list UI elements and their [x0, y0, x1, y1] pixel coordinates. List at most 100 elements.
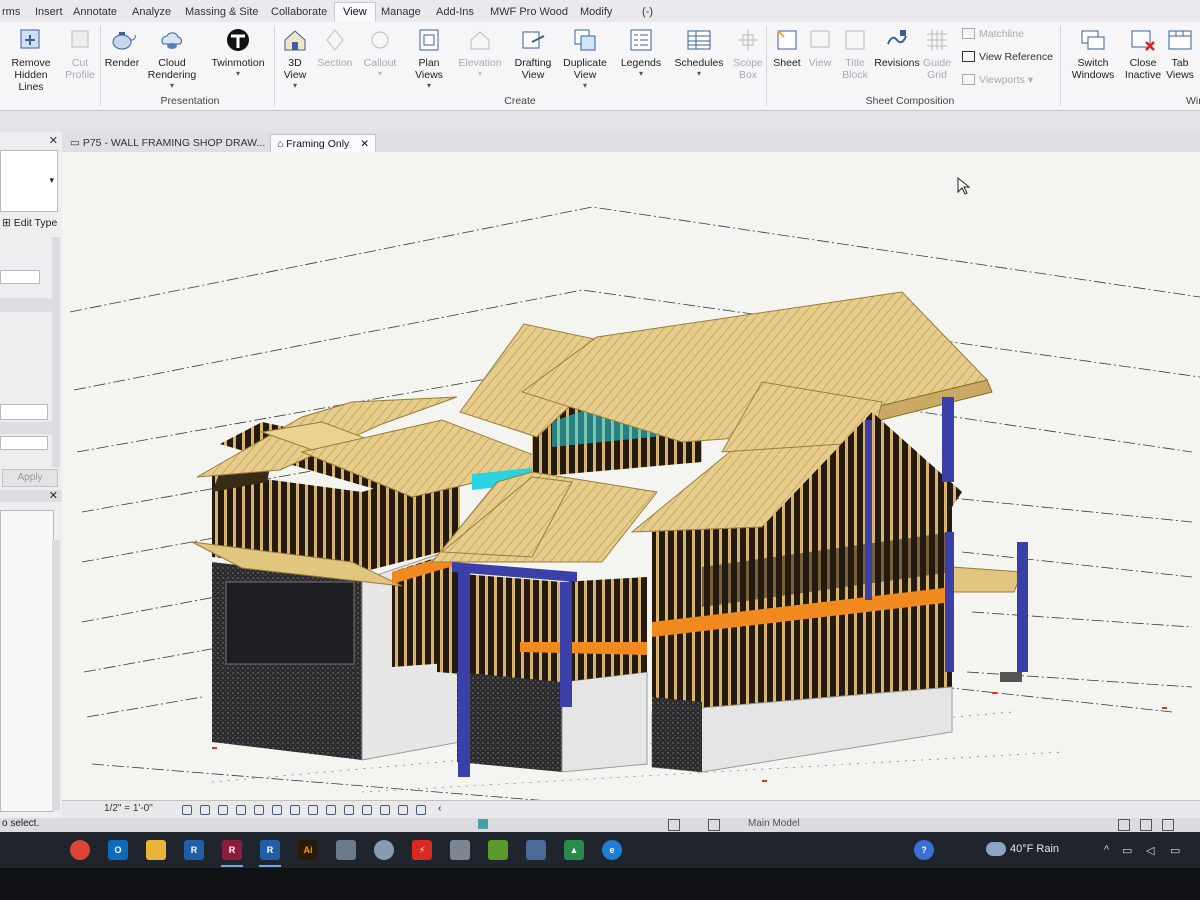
properties-scrollbar[interactable] — [52, 237, 60, 467]
doc-tab-framing-only[interactable]: ⌂ Framing Only ✕ — [270, 134, 377, 153]
analytical-model-icon[interactable] — [380, 805, 390, 815]
property-group-header — [0, 422, 52, 434]
photo-app-icon[interactable] — [374, 840, 394, 860]
help-icon[interactable]: ? — [914, 840, 934, 860]
select-pinned-icon[interactable] — [1162, 819, 1174, 831]
volume-icon[interactable]: ◁ — [1146, 844, 1154, 857]
highlight-displacement-icon[interactable] — [398, 805, 408, 815]
close-icon[interactable]: ✕ — [49, 489, 58, 502]
3d-viewport-canvas[interactable] — [62, 152, 1200, 800]
revit-icon[interactable]: R — [184, 840, 204, 860]
nvidia-icon[interactable] — [488, 840, 508, 860]
tab-view[interactable]: View — [334, 2, 376, 22]
weather-widget[interactable]: 40°F Rain — [1010, 843, 1059, 855]
property-field[interactable] — [0, 404, 48, 420]
tab-massing-site[interactable]: Massing & Site — [183, 3, 260, 22]
tab-mwf-pro-wood[interactable]: MWF Pro Wood — [488, 3, 570, 22]
tab-collaborate[interactable]: Collaborate — [269, 3, 329, 22]
guide-grid-button[interactable]: Guide Grid — [910, 26, 964, 81]
viewports-dropdown[interactable]: Viewports ▾ — [962, 74, 1033, 86]
plan-views-button[interactable]: Plan Views ▾ — [400, 26, 458, 90]
lock-view-icon[interactable] — [308, 805, 318, 815]
shadows-icon[interactable] — [236, 805, 246, 815]
battery-icon[interactable]: ▭ — [1170, 844, 1180, 857]
monitor-bezel — [0, 868, 1200, 900]
switch-windows-icon — [1081, 30, 1105, 50]
detail-level-icon[interactable] — [182, 805, 192, 815]
twinmotion-button[interactable]: Twinmotion ▾ — [207, 26, 269, 78]
tab-add-ins[interactable]: Add-Ins — [434, 3, 476, 22]
tab-analyze[interactable]: Analyze — [130, 3, 173, 22]
edge-icon[interactable]: e — [602, 840, 622, 860]
sheet-icon: ▭ — [70, 137, 80, 149]
switch-windows-button[interactable]: Switch Windows — [1064, 26, 1122, 81]
property-field[interactable] — [0, 436, 48, 450]
acrobat-icon[interactable]: ⚡ — [412, 840, 432, 860]
calculator-icon[interactable] — [336, 840, 356, 860]
design-options-icon[interactable] — [708, 819, 720, 831]
tab-insert[interactable]: Insert — [33, 3, 65, 22]
edit-type-button[interactable]: ⊞ Edit Type — [2, 217, 57, 229]
group-sheet-composition: Sheet Composition — [865, 95, 955, 107]
revit-icon[interactable]: R — [222, 840, 242, 860]
project-browser-tree[interactable] — [0, 510, 54, 812]
close-icon[interactable]: ✕ — [360, 138, 369, 150]
active-model-label[interactable]: Main Model — [748, 818, 800, 829]
crop-view-icon[interactable] — [272, 805, 282, 815]
show-crop-region-icon[interactable] — [290, 805, 300, 815]
chevron-up-icon[interactable]: ^ — [1104, 844, 1109, 856]
tab-manage[interactable]: Manage — [379, 3, 423, 22]
chrome-icon[interactable] — [70, 840, 90, 860]
reveal-hidden-icon[interactable] — [344, 805, 354, 815]
file-explorer-icon[interactable] — [146, 840, 166, 860]
doc-tab-wall-framing-shop-drawing[interactable]: ▭ P75 - WALL FRAMING SHOP DRAW... — [64, 134, 271, 152]
property-field[interactable] — [0, 270, 40, 284]
matchline-button[interactable]: Matchline — [962, 28, 1024, 40]
render-teapot-icon — [112, 32, 136, 50]
tab-views-icon — [1168, 30, 1192, 50]
sun-path-icon[interactable] — [218, 805, 228, 815]
cloud-rendering-button[interactable]: Cloud Rendering ▾ — [143, 26, 201, 90]
duplicate-view-button[interactable]: Duplicate View ▾ — [556, 26, 614, 90]
close-inactive-icon — [1131, 30, 1155, 51]
tab-contextual-dropdown[interactable]: (-) — [640, 3, 655, 22]
outlook-icon[interactable]: O — [108, 840, 128, 860]
group-windows: Win — [1185, 95, 1200, 107]
revit-icon[interactable]: R — [260, 840, 280, 860]
apply-button[interactable]: Apply — [2, 469, 58, 487]
wall-framing — [437, 572, 562, 682]
network-icon[interactable]: ▭ — [1122, 844, 1132, 857]
column — [865, 420, 872, 600]
tab-modify[interactable]: Modify — [578, 3, 614, 22]
type-selector-dropdown[interactable]: ▾ — [0, 150, 58, 212]
chevron-down-icon: ▾ — [582, 81, 587, 90]
render-dialog-icon[interactable] — [254, 805, 264, 815]
elevation-button[interactable]: Elevation ▾ — [451, 26, 509, 78]
close-icon[interactable]: ✕ — [49, 134, 58, 147]
temporary-hide-icon[interactable] — [326, 805, 336, 815]
worksharing-display-icon[interactable] — [362, 805, 372, 815]
reveal-constraints-icon[interactable] — [416, 805, 426, 815]
active-app-indicator — [259, 865, 281, 867]
visual-style-icon[interactable] — [200, 805, 210, 815]
view-reference-button[interactable]: View Reference — [962, 51, 1053, 63]
workset-icon[interactable] — [478, 819, 488, 829]
wall-framing — [562, 577, 647, 682]
legends-button[interactable]: Legends ▾ — [612, 26, 670, 78]
google-drive-icon[interactable]: ▲ — [564, 840, 584, 860]
tab-forms[interactable]: rms — [0, 3, 22, 22]
drafting-view-button[interactable]: Drafting View — [504, 26, 562, 81]
project-browser-scrollbar[interactable] — [52, 540, 60, 810]
view-scale-selector[interactable]: 1/2" = 1'-0" — [104, 803, 153, 814]
select-links-icon[interactable] — [1118, 819, 1130, 831]
files-icon[interactable] — [450, 840, 470, 860]
illustrator-icon[interactable]: Ai — [298, 840, 318, 860]
tab-annotate[interactable]: Annotate — [71, 3, 119, 22]
select-underlay-icon[interactable] — [1140, 819, 1152, 831]
filter-icon[interactable] — [668, 819, 680, 831]
chevron-left-icon[interactable]: ‹ — [438, 803, 441, 814]
twinmotion-icon — [227, 29, 249, 51]
column — [1017, 542, 1028, 672]
app-icon[interactable] — [526, 840, 546, 860]
tab-views-button[interactable]: Tab Views — [1158, 26, 1200, 81]
